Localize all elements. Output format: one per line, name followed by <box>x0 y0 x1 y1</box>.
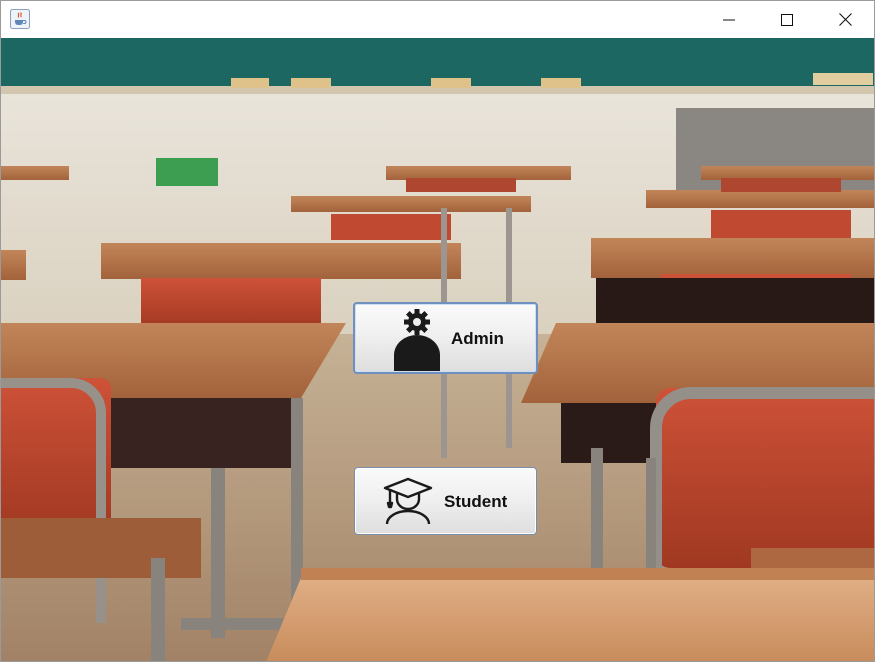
admin-gear-person-icon <box>394 309 440 371</box>
minimize-icon <box>723 19 735 20</box>
content-panel: Admin Student <box>1 38 874 661</box>
title-bar[interactable] <box>1 1 874 38</box>
close-icon <box>838 13 852 26</box>
maximize-icon <box>781 13 793 26</box>
student-button[interactable]: Student <box>354 467 537 535</box>
admin-button-label: Admin <box>451 329 504 348</box>
student-graduation-cap-icon <box>383 477 433 525</box>
java-cup-icon[interactable] <box>10 9 30 29</box>
admin-button[interactable]: Admin <box>353 302 538 374</box>
maximize-button[interactable] <box>758 1 816 38</box>
minimize-button[interactable] <box>700 1 758 38</box>
app-window: Admin Student <box>0 0 875 662</box>
close-button[interactable] <box>816 1 874 38</box>
student-button-label: Student <box>444 492 508 511</box>
